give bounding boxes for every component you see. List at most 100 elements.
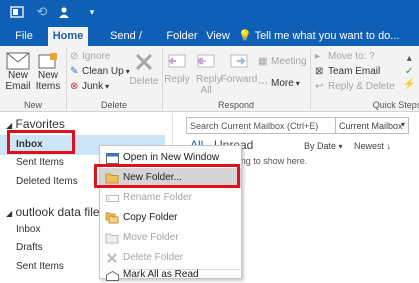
more-button[interactable]: ⋯ More ▾ — [258, 78, 300, 89]
delete-x-icon — [135, 53, 153, 71]
user-icon[interactable] — [56, 3, 72, 21]
junk-icon: ⊗ — [70, 81, 79, 92]
favorites-header[interactable]: ◢ Favorites — [6, 117, 65, 131]
folder-deleted-items[interactable]: Deleted Items — [16, 176, 78, 187]
quick-step-team-email[interactable]: ⊠ Team Email — [315, 66, 380, 77]
title-bar: ⟲ ▾ — [0, 0, 419, 24]
forward-icon — [230, 54, 248, 68]
undo-icon[interactable]: ⟲ — [34, 3, 50, 21]
reply-delete-label: Reply & Delete — [328, 81, 395, 92]
qat-dropdown-icon[interactable]: ▾ — [86, 3, 98, 21]
menu-item-label: Delete Folder — [123, 252, 184, 263]
reply-all-icon — [196, 54, 215, 68]
delete-button[interactable]: Delete — [128, 52, 160, 87]
reply-label: Reply — [164, 74, 190, 85]
mark-read-icon — [105, 269, 119, 283]
group-label-delete: Delete — [100, 100, 127, 110]
meeting-button[interactable]: ▦ Meeting — [258, 56, 307, 67]
menu-item-label: Open in New Window — [123, 152, 220, 163]
search-input[interactable]: Search Current Mailbox (Ctrl+E) — [186, 117, 336, 134]
ribbon-tab-bar: File Home Send / Receive Folder View 💡 T… — [0, 24, 419, 61]
group-label-new: New — [23, 100, 42, 110]
by-date-label: By Date — [304, 141, 337, 151]
meeting-icon: ▦ — [258, 56, 268, 67]
new-email-button[interactable]: New Email — [4, 52, 32, 92]
ignore-button[interactable]: ⊘ Ignore — [70, 51, 110, 62]
clean-up-button[interactable]: ✎ Clean Up ▾ — [70, 66, 130, 77]
outlook-app-icon[interactable] — [8, 3, 26, 21]
team-email-icon: ⊠ — [315, 66, 324, 77]
bolt-icon: ⚡ — [403, 79, 416, 90]
quick-step-move-to[interactable]: ▸ Move to: ? — [315, 51, 375, 62]
ignore-label: Ignore — [82, 51, 111, 62]
new-items-icon — [38, 53, 57, 69]
reply-delete-icon: ↩ — [315, 81, 324, 92]
menu-item-label: Mark All as Read — [123, 269, 199, 280]
tab-folder[interactable]: Folder — [166, 27, 198, 46]
quick-steps-gallery-scroll[interactable]: ▴ ✓ ⚡ — [403, 52, 415, 91]
group-label-respond: Respond — [217, 100, 255, 110]
group-label-quick-steps: Quick Steps — [372, 100, 419, 110]
tab-send-receive[interactable]: Send / Receive — [93, 27, 159, 61]
sort-by-date[interactable]: By Date ▾ — [304, 141, 343, 151]
quick-step-reply-delete[interactable]: ↩ Reply & Delete — [315, 81, 395, 92]
chevron-down-icon: ▾ — [338, 142, 343, 151]
move-to-icon: ▸ — [315, 51, 321, 62]
move-to-label: Move to: ? — [328, 51, 375, 62]
menu-item-rename-folder[interactable]: Rename Folder — [100, 188, 241, 208]
data-file-label: outlook data file — [15, 205, 100, 219]
folder-sent-items[interactable]: Sent Items — [16, 157, 64, 168]
menu-item-copy-folder[interactable]: Copy Folder — [100, 208, 241, 228]
junk-label: Junk — [82, 81, 104, 92]
new-folder-highlight-box — [94, 164, 240, 188]
menu-item-label: Rename Folder — [123, 192, 192, 203]
reply-button[interactable]: Reply — [163, 52, 191, 85]
data-file-header[interactable]: ◢ outlook data file — [6, 205, 100, 219]
junk-button[interactable]: ⊗ Junk ▾ — [70, 81, 109, 92]
more-icon: ⋯ — [258, 78, 268, 89]
inbox-highlight-box — [7, 130, 75, 154]
chevron-down-icon: ▾ — [295, 79, 300, 88]
more-label: More — [271, 78, 294, 89]
reply-all-button[interactable]: Reply All — [192, 52, 222, 96]
collapse-triangle-icon: ◢ — [6, 121, 13, 130]
forward-button[interactable]: Forward — [221, 52, 257, 85]
new-items-button[interactable]: New Items — [33, 52, 63, 92]
team-email-label: Team Email — [328, 66, 381, 77]
reply-icon — [168, 54, 186, 68]
arrow-down-icon: ↓ — [386, 141, 392, 151]
delete-label: Delete — [129, 76, 159, 87]
reply-all-label: Reply All — [196, 74, 222, 96]
scope-label: Current Mailbox — [339, 121, 403, 131]
lightbulb-icon: 💡 — [238, 30, 252, 42]
chevron-down-icon: ▾ — [400, 120, 405, 129]
forward-label: Forward — [220, 74, 258, 85]
clean-up-label: Clean Up — [82, 66, 124, 77]
menu-item-move-folder[interactable]: Move Folder — [100, 228, 241, 248]
check-icon: ✓ — [405, 66, 414, 77]
menu-item-delete-folder[interactable]: Delete Folder — [100, 248, 241, 268]
search-scope-dropdown[interactable]: Current Mailbox ▾ — [335, 117, 409, 134]
move-folder-icon — [105, 231, 119, 245]
ignore-icon: ⊘ — [70, 51, 79, 62]
sort-newest[interactable]: Newest ↓ — [354, 141, 391, 151]
folder-sent-items-datafile[interactable]: Sent Items — [16, 261, 64, 272]
delete-folder-icon — [105, 251, 119, 265]
new-email-label: New Email — [5, 70, 31, 92]
rename-icon — [105, 191, 119, 205]
meeting-label: Meeting — [271, 56, 307, 67]
folder-drafts[interactable]: Drafts — [16, 242, 43, 253]
tell-me-text: Tell me what you want to do... — [254, 30, 400, 42]
copy-folder-icon — [105, 211, 119, 225]
clean-up-icon: ✎ — [70, 66, 79, 77]
tell-me-search[interactable]: 💡 Tell me what you want to do... — [238, 27, 419, 46]
newest-label: Newest — [354, 141, 385, 151]
tab-home[interactable]: Home — [48, 27, 88, 46]
folder-inbox-datafile[interactable]: Inbox — [16, 224, 40, 235]
menu-item-label: Copy Folder — [123, 212, 178, 223]
tab-view[interactable]: View — [205, 27, 231, 46]
new-items-label: New Items — [35, 70, 61, 92]
collapse-triangle-icon: ◢ — [6, 209, 13, 218]
envelope-icon — [6, 52, 30, 70]
tab-file[interactable]: File — [10, 27, 38, 46]
